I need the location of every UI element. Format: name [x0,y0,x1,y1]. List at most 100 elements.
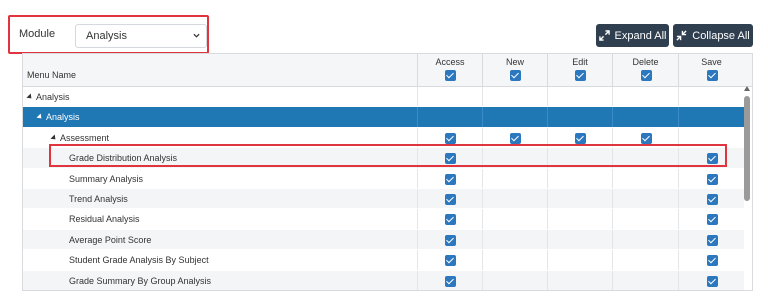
row-name: Trend Analysis [69,194,128,204]
row-highlight [49,144,727,167]
column-header-access: Access [417,54,482,86]
column-header-save: Save [678,54,744,86]
row-name-label: Average Point Score [69,234,152,245]
permission-cell [482,229,547,250]
permission-cell [482,87,547,107]
expand-toggle-icon[interactable] [50,134,58,142]
column-header-delete: Delete [612,54,678,86]
select-all-new-checkbox[interactable] [510,70,521,81]
row-name-label: Assessment [60,132,110,143]
permission-cell [678,270,744,290]
table-row[interactable]: Student Grade Analysis By Subject [23,250,744,271]
chevron-down-icon [193,33,200,38]
vertical-scrollbar[interactable] [743,86,752,290]
permission-cell [678,188,744,209]
module-select[interactable]: Analysis [75,24,207,48]
permission-cell [678,87,744,107]
permission-cell [547,250,612,270]
permission-checkbox[interactable] [445,193,456,205]
permission-cell [482,209,547,229]
permission-checkbox[interactable] [706,214,718,226]
permission-cell [612,250,678,270]
collapse-all-button[interactable]: Collapse All [673,24,753,47]
permission-checkbox[interactable] [510,132,521,144]
row-name: Analysis [26,92,70,102]
permission-checkbox[interactable] [445,275,456,287]
permission-cell [547,168,612,188]
row-name: Assessment [50,132,110,143]
permission-checkbox[interactable] [445,234,456,246]
permission-cell [678,168,744,188]
row-name: Student Grade Analysis By Subject [69,255,209,265]
permission-cell [482,250,547,270]
grid-header: Menu Name Access New Edit Delete Save [23,54,752,87]
row-name-label: Grade Summary By Group Analysis [69,275,212,286]
table-row[interactable]: Residual Analysis [23,209,744,230]
permission-cell [482,188,547,209]
permission-cell [417,168,482,188]
table-row[interactable]: Trend Analysis [23,188,744,210]
permission-cell [612,270,678,290]
column-header-label: Delete [632,57,659,67]
permission-cell [482,168,547,188]
column-header-edit: Edit [547,54,612,86]
permission-cell [417,250,482,270]
permission-checkbox[interactable] [445,214,456,226]
permission-cell [678,250,744,270]
permission-cell [547,229,612,250]
permission-cell [417,188,482,209]
permission-checkbox[interactable] [706,255,718,267]
permission-checkbox[interactable] [445,173,456,185]
permission-checkbox[interactable] [706,173,718,185]
table-row[interactable]: Grade Summary By Group Analysis [23,270,744,290]
permission-cell [417,87,482,107]
permission-cell [612,188,678,209]
table-row[interactable]: Analysis [23,87,744,108]
permission-checkbox[interactable] [445,255,456,267]
column-header-label: New [505,57,524,67]
module-label: Module [19,28,56,40]
permission-cell [417,229,482,250]
permission-checkbox[interactable] [640,132,652,144]
row-name-label: Analysis [46,112,80,123]
permission-checkbox[interactable] [706,193,718,205]
permission-cell [547,188,612,209]
row-name: Summary Analysis [69,174,143,184]
expand-icon [598,30,610,41]
table-row[interactable]: Summary Analysis [23,168,744,189]
expand-toggle-icon[interactable] [26,93,34,101]
collapse-all-label: Collapse All [692,29,750,42]
grid-rows: Analysis Analysis Assessment Grade Distribu… [23,87,744,290]
scroll-up-icon[interactable] [744,86,750,91]
permission-checkbox[interactable] [575,132,586,144]
row-name-label: Analysis [36,92,70,102]
permission-cell [547,270,612,290]
permission-cell [417,270,482,290]
expand-toggle-icon[interactable] [36,113,44,121]
permission-checkbox[interactable] [706,234,718,246]
select-all-save-checkbox[interactable] [706,70,718,81]
expand-all-label: Expand All [614,29,667,42]
table-row[interactable]: Average Point Score [23,229,744,251]
table-row[interactable]: Analysis [23,107,744,128]
select-all-edit-checkbox[interactable] [575,70,586,81]
row-name-label: Summary Analysis [69,173,144,184]
select-all-delete-checkbox[interactable] [640,70,652,81]
row-name: Residual Analysis [69,214,140,224]
permission-cell [482,107,547,127]
row-name: Analysis [36,112,80,123]
permission-cell [678,209,744,229]
scrollbar-thumb[interactable] [744,96,750,201]
permission-cell [678,229,744,250]
column-header-label: Save [701,57,722,67]
select-all-access-checkbox[interactable] [445,70,456,81]
permission-checkbox[interactable] [706,275,718,287]
row-name-label: Student Grade Analysis By Subject [69,255,209,266]
permission-checkbox[interactable] [445,132,456,144]
permission-cell [612,168,678,188]
permissions-grid: Menu Name Access New Edit Delete Save Analys… [22,53,753,291]
permission-cell [547,209,612,229]
module-select-value: Analysis [86,30,127,42]
expand-all-button[interactable]: Expand All [596,24,669,47]
column-header-new: New [482,54,547,86]
